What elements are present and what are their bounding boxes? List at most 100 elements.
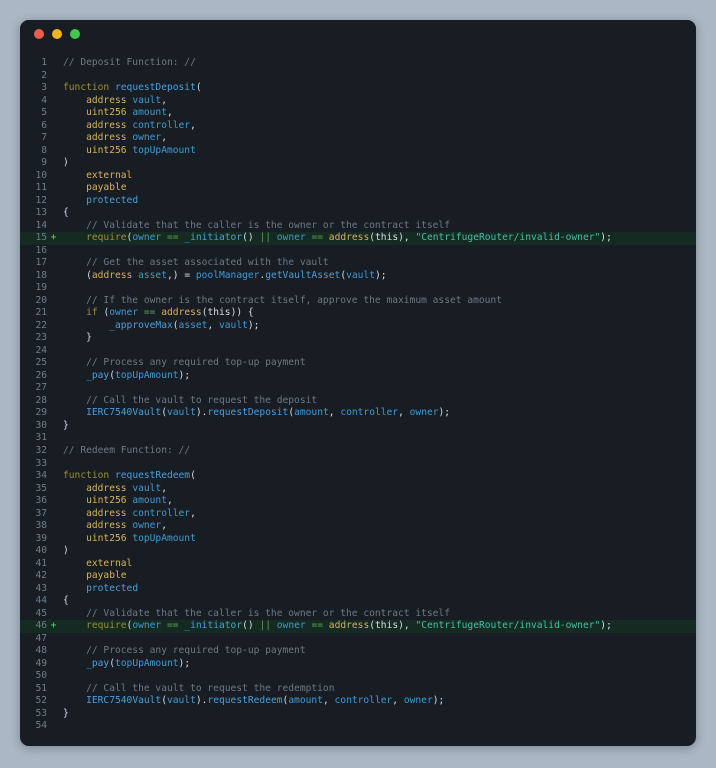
code-line[interactable]: 2 (20, 70, 696, 83)
code-line[interactable]: 35 address vault, (20, 483, 696, 496)
window-titlebar (20, 20, 696, 48)
code-line[interactable]: 52 IERC7540Vault(vault).requestRedeem(am… (20, 695, 696, 708)
code-text: IERC7540Vault(vault).requestDeposit(amou… (86, 407, 451, 419)
code-text: ) (63, 545, 69, 557)
code-line[interactable]: 48 // Process any required top-up paymen… (20, 645, 696, 658)
line-number: 6 (41, 119, 47, 131)
code-line[interactable]: 46 + require(owner == _initiator() || own… (20, 620, 696, 633)
code-line[interactable]: 26 _pay(topUpAmount); (20, 370, 696, 383)
code-line[interactable]: 40) (20, 545, 696, 558)
code-line[interactable]: 8 uint256 topUpAmount (20, 145, 696, 158)
line-number: 17 (35, 257, 47, 269)
line-number: 44 (35, 595, 47, 607)
line-number: 35 (35, 482, 47, 494)
code-line[interactable]: 34 function requestRedeem( (20, 470, 696, 483)
code-line[interactable]: 18 (address asset,) = poolManager.getVau… (20, 270, 696, 283)
code-line[interactable]: 11 payable (20, 182, 696, 195)
code-text: // Call the vault to request the deposit (63, 394, 318, 406)
code-line[interactable]: 15 + require(owner == _initiator() || own… (20, 232, 696, 245)
line-number: 7 (41, 132, 47, 144)
code-text: address owner, (86, 520, 167, 532)
code-text: // Validate that the caller is the owner… (63, 607, 450, 619)
code-text: IERC7540Vault(vault).requestRedeem(amoun… (86, 695, 445, 707)
code-line[interactable]: 36 uint256 amount, (20, 495, 696, 508)
code-editor[interactable]: 1 // Deposit Function: // 2 3 function requ… (20, 48, 696, 737)
code-line[interactable]: 50 (20, 670, 696, 683)
line-number: 13 (35, 207, 47, 219)
code-text: uint256 amount, (86, 495, 173, 507)
code-line[interactable]: 17 // Get the asset associated with the … (20, 257, 696, 270)
code-text: address controller, (86, 119, 196, 131)
code-line[interactable]: 37 address controller, (20, 508, 696, 521)
line-number: 9 (41, 157, 47, 169)
code-line[interactable]: 7 address owner, (20, 132, 696, 145)
code-line[interactable]: 30} (20, 420, 696, 433)
code-line[interactable]: 20 // If the owner is the contract itsel… (20, 295, 696, 308)
code-line[interactable]: 12 protected (20, 195, 696, 208)
close-button[interactable] (34, 29, 44, 39)
code-line[interactable]: 47 (20, 633, 696, 646)
line-number: 20 (35, 294, 47, 306)
code-line[interactable]: 27 (20, 382, 696, 395)
code-line[interactable]: 10 external (20, 170, 696, 183)
code-line[interactable]: 28 // Call the vault to request the depo… (20, 395, 696, 408)
code-window: 1 // Deposit Function: // 2 3 function requ… (20, 20, 696, 746)
code-line[interactable]: 5 uint256 amount, (20, 107, 696, 120)
code-line[interactable]: 4 address vault, (20, 95, 696, 108)
code-line[interactable]: 22 _approveMax(asset, vault); (20, 320, 696, 333)
code-line[interactable]: 9) (20, 157, 696, 170)
code-line[interactable]: 3 function requestDeposit( (20, 82, 696, 95)
code-line[interactable]: 51 // Call the vault to request the rede… (20, 683, 696, 696)
code-text: protected (86, 582, 139, 594)
code-line[interactable]: 29 IERC7540Vault(vault).requestDeposit(a… (20, 407, 696, 420)
code-text: payable (86, 182, 127, 194)
code-text: address vault, (86, 94, 167, 106)
code-line[interactable]: 45 // Validate that the caller is the ow… (20, 608, 696, 621)
code-line[interactable]: 33 (20, 458, 696, 471)
minimize-button[interactable] (52, 29, 62, 39)
code-line[interactable]: 44 { (20, 595, 696, 608)
code-text: { (63, 207, 69, 219)
code-line[interactable]: 54 (20, 720, 696, 733)
code-line[interactable]: 43 protected (20, 583, 696, 596)
line-number: 45 (35, 607, 47, 619)
code-line[interactable]: 39 uint256 topUpAmount (20, 533, 696, 546)
code-line[interactable]: 1 // Deposit Function: // (20, 57, 696, 70)
code-line[interactable]: 21 if (owner == address(this)) { (20, 307, 696, 320)
line-number: 38 (35, 520, 47, 532)
maximize-button[interactable] (70, 29, 80, 39)
code-line[interactable]: 6 address controller, (20, 120, 696, 133)
code-line[interactable]: 19 (20, 282, 696, 295)
code-text: // Deposit Function: // (63, 57, 196, 68)
line-number: 25 (35, 357, 47, 369)
line-number: 42 (35, 570, 47, 582)
line-number: 43 (35, 582, 47, 594)
code-line[interactable]: 53} (20, 708, 696, 721)
line-number: 52 (35, 695, 47, 707)
line-number: 21 (35, 307, 47, 319)
code-line[interactable]: 31 (20, 432, 696, 445)
code-text: // If the owner is the contract itself, … (63, 294, 502, 306)
code-text: if (owner == address(this)) { (86, 307, 254, 319)
code-line[interactable]: 23 } (20, 332, 696, 345)
code-line[interactable]: 41 external (20, 558, 696, 571)
code-line[interactable]: 38 address owner, (20, 520, 696, 533)
line-number: 30 (35, 419, 47, 431)
line-number: 10 (35, 169, 47, 181)
code-line[interactable]: 49 _pay(topUpAmount); (20, 658, 696, 671)
code-line[interactable]: 24 (20, 345, 696, 358)
code-line[interactable]: 14 // Validate that the caller is the ow… (20, 220, 696, 233)
code-line[interactable]: 42 payable (20, 570, 696, 583)
code-line[interactable]: 13 { (20, 207, 696, 220)
line-number: 33 (35, 457, 47, 469)
line-number: 46 (35, 620, 47, 632)
code-line[interactable]: 25 // Process any required top-up paymen… (20, 357, 696, 370)
line-number: 50 (35, 670, 47, 682)
code-line[interactable]: 16 (20, 245, 696, 258)
code-text: { (63, 595, 69, 607)
code-line[interactable]: 32 // Redeem Function: // (20, 445, 696, 458)
